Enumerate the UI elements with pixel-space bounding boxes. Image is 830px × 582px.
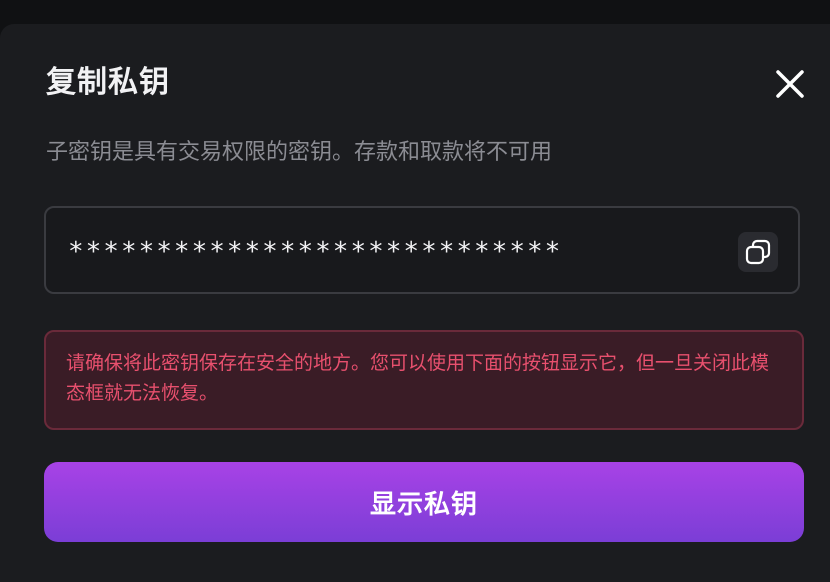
modal-subtitle: 子密钥是具有交易权限的密钥。存款和取款将不可用 xyxy=(46,140,553,165)
warning-text: 请确保将此密钥保存在安全的地方。您可以使用下面的按钮显示它，但一旦关闭此模态框就… xyxy=(66,352,770,404)
private-key-field: **************************** xyxy=(44,206,800,294)
modal-title: 复制私钥 xyxy=(46,65,170,100)
copy-icon xyxy=(745,239,771,265)
reveal-private-key-button[interactable]: 显示私钥 xyxy=(44,462,804,542)
close-icon xyxy=(776,70,804,98)
warning-box: 请确保将此密钥保存在安全的地方。您可以使用下面的按钮显示它，但一旦关闭此模态框就… xyxy=(44,330,804,430)
masked-key-value: **************************** xyxy=(68,237,563,267)
copy-button[interactable] xyxy=(738,232,778,272)
copy-private-key-modal: 复制私钥 子密钥是具有交易权限的密钥。存款和取款将不可用 ***********… xyxy=(0,24,830,582)
close-button[interactable] xyxy=(770,64,810,104)
